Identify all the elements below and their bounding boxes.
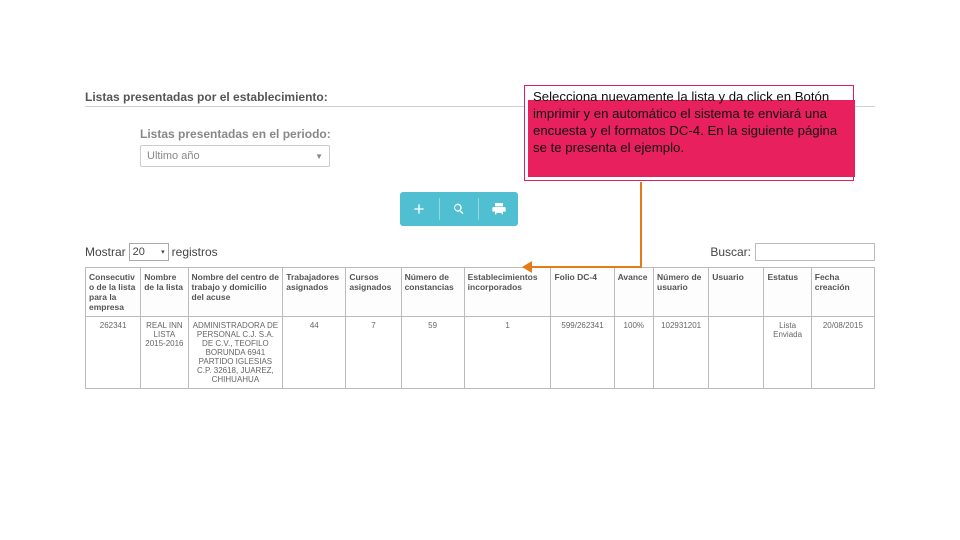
table-header-row: Consecutivo de la lista para la empresa … — [86, 268, 875, 317]
search-control: Buscar: — [710, 243, 875, 261]
cell: 20/08/2015 — [811, 317, 874, 389]
search-input[interactable] — [755, 243, 875, 261]
cell: 102931201 — [654, 317, 709, 389]
cell: 44 — [283, 317, 346, 389]
cell: 1 — [464, 317, 551, 389]
page-size-value: 20 — [133, 246, 145, 258]
chevron-down-icon: ▾ — [161, 248, 165, 256]
periodo-selected-value: Ultimo año — [147, 150, 200, 162]
cell: ADMINISTRADORA DE PERSONAL C.J. S.A. DE … — [188, 317, 283, 389]
print-button[interactable] — [479, 192, 518, 226]
cell — [709, 317, 764, 389]
col-header[interactable]: Número de usuario — [654, 268, 709, 317]
plus-icon — [411, 201, 427, 217]
cell: 599/262341 — [551, 317, 614, 389]
col-header[interactable]: Folio DC-4 — [551, 268, 614, 317]
search-button[interactable] — [440, 192, 479, 226]
periodo-select[interactable]: Ultimo año ▼ — [140, 145, 330, 167]
col-header[interactable]: Fecha creación — [811, 268, 874, 317]
search-label: Buscar: — [710, 245, 751, 259]
show-label-post: registros — [172, 245, 218, 259]
col-header[interactable]: Usuario — [709, 268, 764, 317]
col-header[interactable]: Trabajadores asignados — [283, 268, 346, 317]
cell: 262341 — [86, 317, 141, 389]
callout-content: Selecciona nuevamente la lista y da clic… — [533, 89, 837, 155]
col-header[interactable]: Nombre del centro de trabajo y domicilio… — [188, 268, 283, 317]
cell: REAL INN LISTA 2015-2016 — [141, 317, 188, 389]
cell: 59 — [401, 317, 464, 389]
table-row[interactable]: 262341 REAL INN LISTA 2015-2016 ADMINIST… — [86, 317, 875, 389]
chevron-down-icon: ▼ — [315, 152, 323, 161]
col-header[interactable]: Número de constancias — [401, 268, 464, 317]
arrow-left-icon — [522, 261, 532, 273]
add-button[interactable] — [400, 192, 439, 226]
col-header[interactable]: Establecimientos incorporados — [464, 268, 551, 317]
cell: 7 — [346, 317, 401, 389]
col-header[interactable]: Estatus — [764, 268, 811, 317]
page-size-control: Mostrar 20 ▾ registros — [85, 243, 218, 261]
col-header[interactable]: Consecutivo de la lista para la empresa — [86, 268, 141, 317]
col-header[interactable]: Nombre de la lista — [141, 268, 188, 317]
col-header[interactable]: Cursos asignados — [346, 268, 401, 317]
table-controls: Mostrar 20 ▾ registros Buscar: — [85, 243, 875, 261]
action-toolbar — [400, 192, 518, 226]
cell: Lista Enviada — [764, 317, 811, 389]
col-header[interactable]: Avance — [614, 268, 653, 317]
page-size-select[interactable]: 20 ▾ — [129, 243, 169, 261]
data-table: Consecutivo de la lista para la empresa … — [85, 267, 875, 389]
callout-text: Selecciona nuevamente la lista y da clic… — [533, 89, 849, 157]
toolbar-row — [85, 189, 875, 229]
search-icon — [451, 201, 467, 217]
show-label-pre: Mostrar — [85, 245, 126, 259]
print-icon — [491, 201, 507, 217]
cell: 100% — [614, 317, 653, 389]
